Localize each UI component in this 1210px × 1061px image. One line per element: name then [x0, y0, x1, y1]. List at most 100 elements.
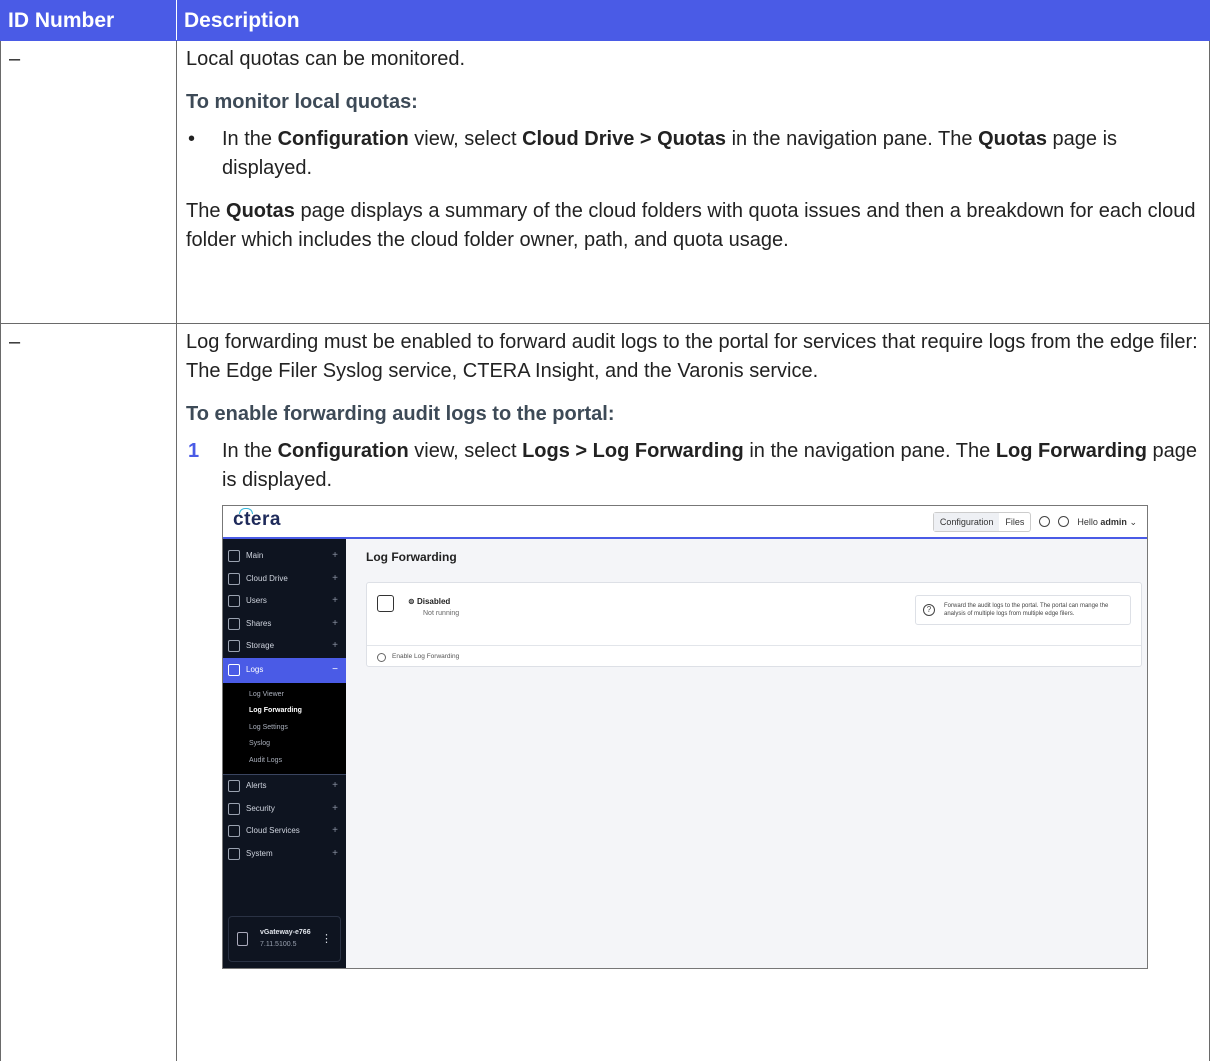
- chevron-down-icon: ⌄: [1129, 516, 1137, 527]
- cloud-icon: [228, 825, 240, 838]
- sidebar-item-cloud-services[interactable]: Cloud Services +: [223, 820, 346, 843]
- server-icon: [237, 932, 248, 946]
- doc-table: ID Number Description – Local quotas can…: [0, 0, 1210, 1061]
- step-item: 1 In the Configuration view, select Logs…: [186, 437, 1199, 495]
- bullet-item: • In the Configuration view, select Clou…: [186, 125, 1199, 183]
- submenu-log-settings[interactable]: Log Settings: [223, 722, 346, 739]
- submenu-audit-logs[interactable]: Audit Logs: [223, 755, 346, 772]
- header-id-number: ID Number: [0, 0, 177, 41]
- sidebar-item-users[interactable]: Users +: [223, 590, 346, 613]
- info-text: Forward the audit logs to the portal. Th…: [944, 603, 1109, 617]
- expand-icon: +: [332, 802, 338, 814]
- enable-icon: [377, 652, 386, 662]
- sidebar-item-label: System: [246, 848, 273, 858]
- share-icon: [228, 617, 240, 630]
- users-icon: [228, 595, 240, 608]
- expand-icon: +: [332, 550, 338, 562]
- bold-text: Configuration: [277, 128, 409, 150]
- help-question-icon: ?: [923, 604, 935, 616]
- expand-icon: +: [332, 847, 338, 859]
- sidebar-item-label: Cloud Drive: [246, 573, 288, 583]
- expand-icon: +: [332, 640, 338, 652]
- device-card[interactable]: vGateway-e766 7.11.5100.5 ⋮: [228, 916, 341, 962]
- text: view, select: [408, 128, 523, 150]
- bell-icon: [228, 780, 240, 793]
- text: page displays a summary of the cloud fol…: [186, 200, 1196, 251]
- table-row: – Log forwarding must be enabled to forw…: [0, 323, 1210, 1061]
- sidebar-item-main[interactable]: Main +: [223, 545, 346, 568]
- tab-files[interactable]: Files: [999, 513, 1030, 531]
- status-label: Disabled: [416, 597, 451, 606]
- topbar-right: Configuration Files Hello admin ⌄: [932, 511, 1137, 532]
- disabled-circle-icon: ⊜: [408, 597, 415, 606]
- paragraph: The Quotas page displays a summary of th…: [186, 197, 1199, 255]
- paragraph: Log forwarding must be enabled to forwar…: [186, 331, 1198, 382]
- bullet-marker: •: [188, 128, 196, 150]
- user-greeting[interactable]: Hello admin ⌄: [1077, 516, 1137, 528]
- submenu-log-forwarding[interactable]: Log Forwarding: [223, 705, 346, 722]
- sidebar-item-logs[interactable]: Logs −: [223, 657, 346, 683]
- device-name: vGateway-e766: [260, 929, 311, 936]
- collapse-icon: −: [332, 664, 338, 675]
- tab-configuration[interactable]: Configuration: [933, 512, 1000, 531]
- sidebar-item-storage[interactable]: Storage +: [223, 635, 346, 658]
- sidebar-item-label: Cloud Services: [246, 826, 300, 836]
- system-icon: [228, 847, 240, 860]
- ctera-logo: ctera: [233, 508, 281, 529]
- help-icon[interactable]: [1039, 516, 1051, 527]
- cloud-drive-icon: [228, 572, 240, 585]
- text: in the navigation pane. The: [743, 440, 996, 462]
- expand-icon: +: [332, 572, 338, 584]
- app-topbar: ctera Configuration Files Hello admin ⌄: [223, 506, 1147, 539]
- bold-text: Quotas: [226, 200, 295, 222]
- username: admin: [1100, 516, 1127, 527]
- more-options-icon[interactable]: ⋮: [321, 933, 332, 945]
- text: The: [186, 200, 227, 222]
- sidebar-item-alerts[interactable]: Alerts +: [223, 775, 346, 798]
- log-forwarding-card: ⊜ Disabled Not running ? Forward the aud…: [366, 582, 1142, 667]
- expand-icon: +: [332, 780, 338, 792]
- submenu-syslog[interactable]: Syslog: [223, 738, 346, 755]
- status-subtitle: Not running: [423, 610, 460, 617]
- paragraph: Local quotas can be monitored.: [186, 48, 466, 70]
- logs-icon: [228, 664, 240, 676]
- expand-icon: +: [332, 617, 338, 629]
- row-id: –: [0, 40, 177, 324]
- user-avatar-icon[interactable]: [1058, 516, 1070, 527]
- sidebar-item-label: Storage: [246, 641, 275, 651]
- submenu-log-viewer[interactable]: Log Viewer: [223, 689, 346, 706]
- enable-log-forwarding-button[interactable]: Enable Log Forwarding: [367, 645, 1141, 668]
- sidebar-item-label: Alerts: [246, 781, 267, 791]
- row-id: –: [0, 323, 177, 1061]
- sidebar-item-label: Security: [246, 803, 275, 813]
- row-description: Local quotas can be monitored. To monito…: [176, 40, 1210, 324]
- sidebar-item-system[interactable]: System +: [223, 843, 346, 866]
- page-title: Log Forwarding: [366, 550, 457, 564]
- sidebar-item-label: Shares: [246, 618, 272, 628]
- bold-text: Log Forwarding: [995, 440, 1147, 462]
- log-forward-status-icon: [377, 595, 394, 612]
- device-version: 7.11.5100.5: [260, 941, 297, 948]
- cloud-logo-icon: [239, 508, 253, 514]
- header-description: Description: [176, 0, 1210, 41]
- step-number: 1: [188, 440, 200, 462]
- enable-label: Enable Log Forwarding: [392, 653, 460, 660]
- sidebar-item-shares[interactable]: Shares +: [223, 613, 346, 636]
- bold-text: Configuration: [277, 440, 409, 462]
- grid-icon: [228, 550, 240, 563]
- info-box: ? Forward the audit logs to the portal. …: [915, 595, 1131, 625]
- view-switcher: Configuration Files: [932, 511, 1032, 532]
- text: In the: [222, 128, 278, 150]
- status-title: ⊜ Disabled: [408, 596, 450, 608]
- expand-icon: +: [332, 825, 338, 837]
- sidebar: Main + Cloud Drive + Users + Shares + Storag…: [223, 539, 346, 968]
- main-content: Log Forwarding ⊜ Disabled Not running ? …: [346, 539, 1147, 968]
- sidebar-item-label: Logs: [246, 665, 264, 674]
- sidebar-item-cloud-drive[interactable]: Cloud Drive +: [223, 568, 346, 591]
- expand-icon: +: [332, 595, 338, 607]
- shield-icon: [228, 802, 240, 815]
- sidebar-item-security[interactable]: Security +: [223, 798, 346, 821]
- table-row: – Local quotas can be monitored. To moni…: [0, 40, 1210, 324]
- app-screenshot: ctera Configuration Files Hello admin ⌄: [222, 505, 1148, 969]
- bold-text: Quotas: [978, 128, 1047, 150]
